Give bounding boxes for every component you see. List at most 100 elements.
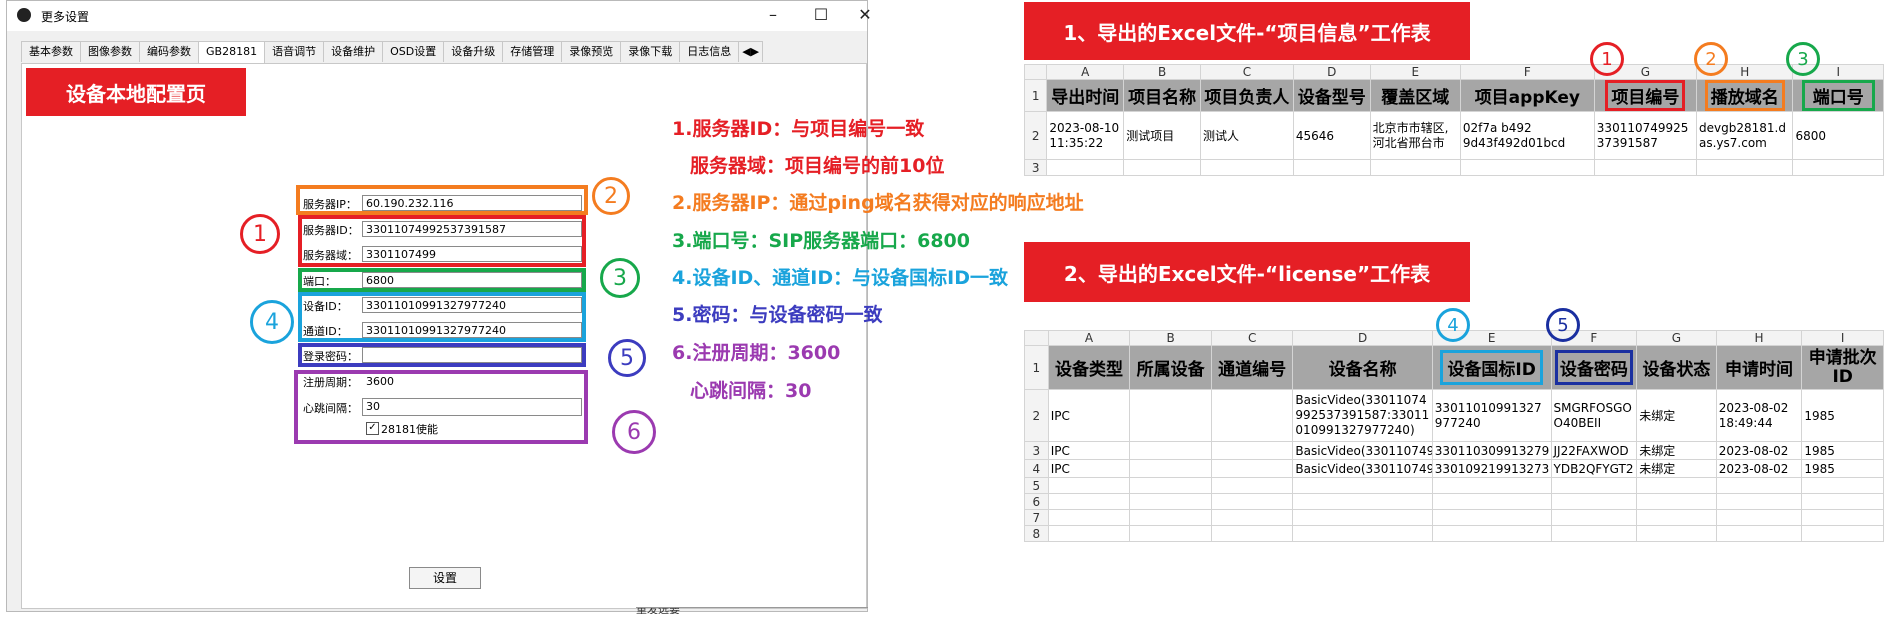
data-cell: 1985 [1801, 459, 1884, 478]
close-icon[interactable]: ✕ [845, 3, 885, 27]
data-cell: 2023-08-02 [1715, 441, 1803, 460]
note-5: 5.密码：与设备密码一致 [672, 304, 883, 326]
data-cell: 测试项目 [1123, 111, 1201, 160]
col-header: F [1459, 64, 1595, 80]
row-number: 3 [1023, 159, 1048, 176]
header-cell-gb-id: 设备国标ID [1431, 345, 1552, 390]
header-cell: 项目名称 [1123, 79, 1201, 112]
header-cell: 项目appKey [1459, 79, 1595, 112]
header-cell: 通道编号 [1210, 345, 1294, 390]
note-6b: 心跳间隔：30 [690, 380, 812, 402]
data-cell [1129, 389, 1212, 442]
row-number: 1 [1024, 345, 1049, 390]
row-number: 7 [1024, 509, 1049, 526]
set-button[interactable]: 设置 [409, 567, 481, 589]
minimize-icon[interactable]: – [753, 3, 793, 27]
data-cell: SMGRFOSGOO40BEII [1550, 389, 1638, 442]
row-number: 8 [1024, 525, 1049, 542]
tab-log[interactable]: 日志信息 [679, 41, 740, 62]
data-cell: 未绑定 [1636, 459, 1717, 478]
tab-record-download[interactable]: 录像下载 [620, 41, 681, 62]
header-label: 播放域名 [1704, 80, 1785, 111]
marker-3: 3 [600, 258, 640, 298]
col-header: B [1129, 330, 1212, 346]
sheet2-table: A B C D E F G H I 1 设备类型 所属设备 通道编号 设备名称 … [1024, 330, 1884, 542]
header-label: 设备密码 [1554, 350, 1633, 385]
note-2: 2.服务器IP：通过ping域名获得对应的响应地址 [672, 192, 1084, 214]
header-cell: 申请时间 [1715, 345, 1803, 390]
header-cell: 项目负责人 [1200, 79, 1294, 112]
data-cell: 北京市市辖区,河北省邢台市 [1369, 111, 1461, 160]
corner-cell [1023, 64, 1048, 80]
tab-upgrade[interactable]: 设备升级 [443, 41, 504, 62]
note-6: 6.注册周期：3600 [672, 342, 841, 364]
tab-storage[interactable]: 存储管理 [502, 41, 563, 62]
marker-6: 6 [612, 410, 656, 454]
sheet1-marker-3: 3 [1786, 42, 1820, 76]
tab-record-preview[interactable]: 录像预览 [561, 41, 622, 62]
data-cell: 未绑定 [1636, 441, 1717, 460]
header-label: 端口号 [1801, 80, 1875, 111]
data-cell: 6800 [1792, 111, 1884, 160]
data-cell: 33011010991327977240 [1431, 389, 1552, 442]
data-cell: JJ22FAXWOD [1550, 441, 1638, 460]
data-cell: 2023-08-10 11:35:22 [1046, 111, 1125, 160]
header-label: 项目编号 [1605, 80, 1686, 111]
sheet2-banner: 2、导出的Excel文件-“license”工作表 [1024, 242, 1470, 302]
row-number: 2 [1024, 389, 1049, 442]
marker-4: 4 [250, 300, 294, 344]
col-header: E [1369, 64, 1461, 80]
col-header: D [1292, 64, 1371, 80]
highlight-box-1 [298, 215, 586, 267]
note-1: 1.服务器ID：与项目编号一致 [672, 118, 925, 140]
col-header: G [1636, 330, 1717, 346]
data-cell: 02f7a b492 9d43f492d01bcd [1459, 111, 1595, 160]
tab-encode[interactable]: 编码参数 [139, 41, 199, 62]
row-number: 5 [1024, 477, 1049, 494]
row-number: 4 [1024, 459, 1049, 478]
header-cell: 设备类型 [1047, 345, 1131, 390]
header-cell-play-domain: 播放域名 [1695, 79, 1794, 112]
data-cell: 1985 [1801, 441, 1884, 460]
row-number: 2 [1023, 111, 1048, 160]
header-cell: 所属设备 [1129, 345, 1212, 390]
sheet1-banner: 1、导出的Excel文件-“项目信息”工作表 [1024, 2, 1470, 60]
header-cell: 导出时间 [1046, 79, 1125, 112]
data-cell: BasicVideo(33011074992537391587:33011010… [1292, 389, 1433, 442]
sheet2-marker-4: 4 [1436, 308, 1470, 342]
highlight-box-5 [298, 343, 586, 367]
marker-2: 2 [592, 177, 630, 215]
header-cell: 设备型号 [1292, 79, 1371, 112]
data-cell: 2023-08-02 18:49:44 [1715, 389, 1803, 442]
page-banner: 设备本地配置页 [26, 68, 246, 116]
header-cell: 申请批次ID [1801, 345, 1884, 390]
data-cell [1129, 459, 1212, 478]
tab-maintenance[interactable]: 设备维护 [323, 41, 384, 62]
sheet1-table: A B C D E F G H I 1 导出时间 项目名称 项目负责人 设备型号… [1023, 64, 1884, 176]
tab-osd[interactable]: OSD设置 [382, 41, 445, 62]
row-number: 1 [1023, 79, 1048, 112]
data-cell [1129, 441, 1212, 460]
row-number: 3 [1024, 441, 1049, 460]
sheet2-marker-5: 5 [1546, 308, 1580, 342]
tab-image[interactable]: 图像参数 [80, 41, 140, 62]
data-cell: BasicVideo(330110749 [1292, 441, 1433, 460]
highlight-box-6 [294, 370, 588, 444]
data-cell: 33011074992537391587 [1593, 111, 1698, 160]
tab-audio[interactable]: 语音调节 [264, 41, 325, 62]
header-cell-device-password: 设备密码 [1550, 345, 1638, 390]
tab-gb28181[interactable]: GB28181 [198, 41, 266, 63]
data-cell [1210, 459, 1294, 478]
tab-scroll-arrows-icon[interactable]: ◀▶ [738, 41, 764, 62]
data-cell [1210, 389, 1294, 442]
col-header: D [1292, 330, 1433, 346]
header-label: 设备国标ID [1440, 350, 1543, 385]
marker-1: 1 [240, 214, 280, 254]
col-header: A [1047, 330, 1131, 346]
col-header: I [1801, 330, 1884, 346]
marker-5: 5 [608, 339, 646, 377]
maximize-icon[interactable]: ☐ [801, 3, 841, 27]
data-cell: IPC [1047, 389, 1131, 442]
tab-basic[interactable]: 基本参数 [21, 41, 81, 62]
bottom-partial-text: 重发选要 [636, 607, 868, 614]
